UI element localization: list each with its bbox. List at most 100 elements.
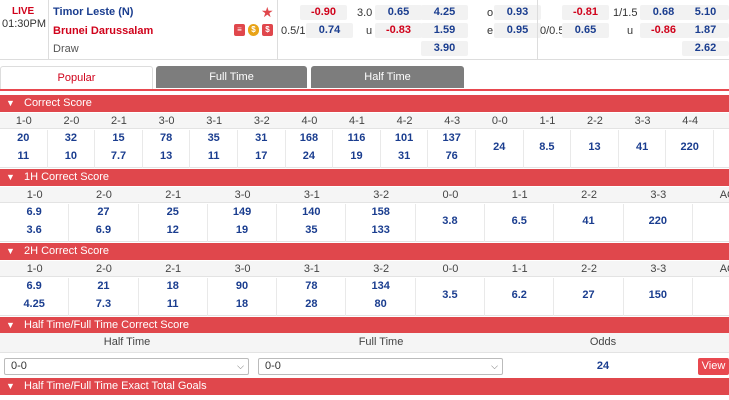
away-win-odds[interactable]: 12 [139, 224, 207, 236]
score-odds-cell[interactable]: 6.9 3.6 [0, 204, 70, 242]
score-odds-cell[interactable]: 78 28 [277, 278, 347, 316]
section-correct-score[interactable]: ▼ Correct Score [0, 95, 729, 112]
home-win-odds[interactable]: 158 [347, 206, 415, 218]
score-odds-cell[interactable]: 158 133 [347, 204, 416, 242]
odds-cell[interactable]: -0.86 [640, 23, 687, 38]
score-odds-cell[interactable]: 32 10 [48, 130, 96, 168]
score-odds-cell[interactable]: 27 6.9 [69, 204, 139, 242]
away-win-odds[interactable]: 4.25 [0, 298, 68, 310]
score-odds-cell[interactable]: 27 [554, 278, 624, 316]
half-time-select[interactable]: 0-0 ⌵ [4, 358, 249, 375]
home-win-odds[interactable]: 116 [333, 132, 380, 144]
odds-cell[interactable]: 1.87 [682, 23, 729, 38]
away-win-odds[interactable]: 11 [190, 150, 237, 162]
tab-half-time[interactable]: Half Time [311, 66, 464, 88]
chevron-down-icon[interactable]: ▼ [6, 243, 15, 260]
odds-cell[interactable]: 4.25 [421, 5, 468, 20]
score-odds-cell[interactable]: 220 [666, 130, 714, 168]
away-win-odds[interactable]: 19 [333, 150, 380, 162]
score-odds-cell[interactable]: 149 19 [208, 204, 278, 242]
away-win-odds[interactable]: 17 [238, 150, 285, 162]
stats-icon[interactable]: ≡ [234, 24, 245, 36]
score-odds-cell[interactable]: 101 31 [381, 130, 429, 168]
away-win-odds[interactable]: 3.6 [0, 224, 68, 236]
draw-odds[interactable]: 27 [554, 289, 622, 301]
home-win-odds[interactable]: 90 [208, 280, 276, 292]
score-odds-cell[interactable]: 116 19 [333, 130, 381, 168]
away-win-odds[interactable]: 28 [277, 298, 345, 310]
view-button[interactable]: View [698, 358, 729, 375]
draw-odds[interactable]: 6.5 [485, 215, 553, 227]
score-odds-cell[interactable]: 3.5 [416, 278, 486, 316]
odds-cell[interactable]: 0.93 [494, 5, 541, 20]
home-win-odds[interactable]: 35 [190, 132, 237, 144]
score-odds-cell[interactable]: 25 12 [139, 204, 208, 242]
tab-full-time[interactable]: Full Time [156, 66, 307, 88]
home-win-odds[interactable]: 27 [69, 206, 137, 218]
odds-cell[interactable]: 0.74 [306, 23, 353, 38]
draw-odds[interactable]: 24 [476, 141, 523, 153]
score-odds-cell[interactable]: 6.5 [485, 204, 555, 242]
away-win-odds[interactable]: 31 [381, 150, 428, 162]
draw-odds[interactable]: 6.2 [485, 289, 553, 301]
score-odds-cell[interactable]: 41 [619, 130, 667, 168]
home-win-odds[interactable]: 6.9 [0, 280, 68, 292]
home-win-odds[interactable]: 21 [69, 280, 137, 292]
score-odds-cell[interactable] [693, 204, 729, 242]
odds-cell[interactable]: 0.68 [640, 5, 687, 20]
away-win-odds[interactable]: 19 [208, 224, 276, 236]
home-win-odds[interactable]: 78 [277, 280, 345, 292]
tab-popular[interactable]: Popular [0, 66, 153, 90]
away-win-odds[interactable]: 35 [277, 224, 345, 236]
section-1h-correct-score[interactable]: ▼ 1H Correct Score [0, 169, 729, 186]
htft-odds-value[interactable]: 24 [508, 360, 698, 372]
score-odds-cell[interactable]: 3.8 [416, 204, 486, 242]
score-odds-cell[interactable]: 35 11 [190, 130, 238, 168]
chevron-down-icon[interactable]: ▼ [6, 317, 15, 334]
score-odds-cell[interactable]: 24 [476, 130, 524, 168]
score-odds-cell[interactable]: 21 7.3 [69, 278, 139, 316]
away-win-odds[interactable]: 10 [48, 150, 95, 162]
score-odds-cell[interactable]: 15 7.7 [95, 130, 143, 168]
away-win-odds[interactable]: 13 [143, 150, 190, 162]
away-win-odds[interactable]: 6.9 [69, 224, 137, 236]
home-win-odds[interactable]: 149 [208, 206, 276, 218]
draw-odds[interactable]: 8.5 [524, 141, 571, 153]
draw-odds[interactable]: 41 [554, 215, 622, 227]
score-odds-cell[interactable]: 137 76 [428, 130, 476, 168]
away-win-odds[interactable]: 11 [139, 298, 207, 310]
odds-cell[interactable]: -0.83 [375, 23, 422, 38]
chevron-down-icon[interactable]: ▼ [6, 378, 15, 395]
score-odds-cell[interactable]: 6.2 [485, 278, 555, 316]
away-win-odds[interactable]: 7.3 [69, 298, 137, 310]
score-odds-cell[interactable]: 18 11 [139, 278, 208, 316]
score-odds-cell[interactable]: 150 [624, 278, 693, 316]
section-2h-correct-score[interactable]: ▼ 2H Correct Score [0, 243, 729, 260]
home-win-odds[interactable]: 31 [238, 132, 285, 144]
away-win-odds[interactable]: 18 [208, 298, 276, 310]
home-win-odds[interactable]: 6.9 [0, 206, 68, 218]
home-win-odds[interactable]: 168 [286, 132, 333, 144]
odds-cell[interactable]: 0.95 [494, 23, 541, 38]
score-odds-cell[interactable]: 220 [624, 204, 693, 242]
coin-icon[interactable]: $ [248, 24, 259, 36]
home-win-odds[interactable]: 15 [95, 132, 142, 144]
score-odds-cell[interactable]: 8.5 [524, 130, 572, 168]
home-win-odds[interactable]: 140 [277, 206, 345, 218]
score-odds-cell[interactable]: 41 [554, 204, 624, 242]
score-odds-cell[interactable]: 6.9 4.25 [0, 278, 70, 316]
star-icon[interactable]: ★ [261, 4, 274, 21]
away-win-odds[interactable]: 7.7 [95, 150, 142, 162]
home-win-odds[interactable]: 101 [381, 132, 428, 144]
score-odds-cell[interactable]: 168 24 [286, 130, 334, 168]
home-win-odds[interactable]: 25 [139, 206, 207, 218]
draw-odds[interactable]: 41 [619, 141, 666, 153]
away-win-odds[interactable]: 76 [428, 150, 475, 162]
draw-odds[interactable]: 3.5 [416, 289, 484, 301]
score-odds-cell[interactable]: 78 13 [143, 130, 191, 168]
draw-odds[interactable]: 150 [624, 289, 692, 301]
draw-odds[interactable]: 220 [666, 141, 713, 153]
odds-cell[interactable]: 5.10 [682, 5, 729, 20]
home-win-odds[interactable]: 18 [139, 280, 207, 292]
full-time-select[interactable]: 0-0 ⌵ [258, 358, 503, 375]
